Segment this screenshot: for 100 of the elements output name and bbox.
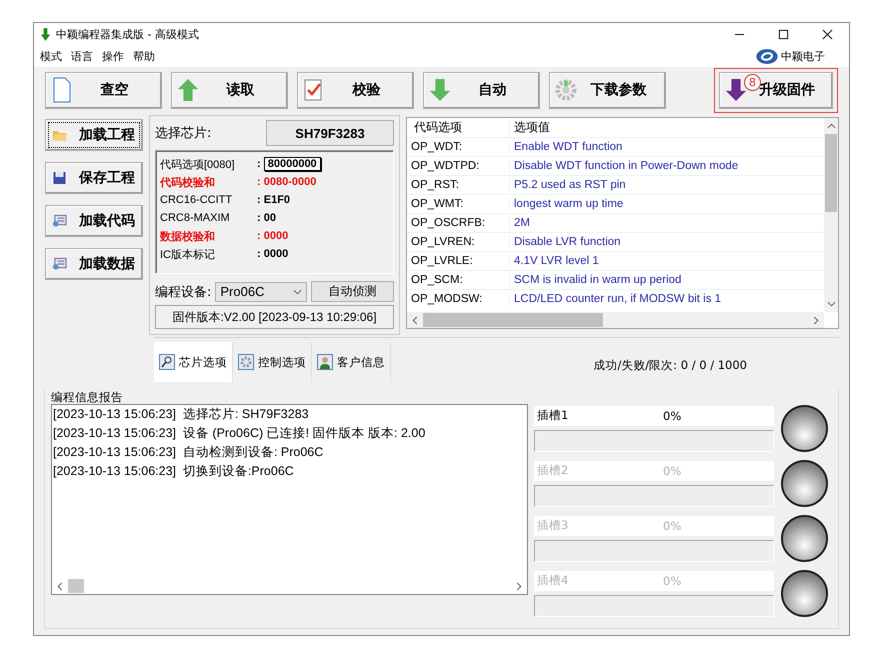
checksum-label: CRC8-MAXIM: [160, 212, 231, 224]
horizontal-scrollbar[interactable]: [407, 312, 824, 328]
up-arrow-icon: [177, 77, 199, 103]
option-name: OP_WDTPD:: [407, 160, 510, 172]
brand-name: 中颖电子: [781, 48, 825, 64]
scroll-left-icon[interactable]: [57, 582, 63, 590]
scroll-right-icon[interactable]: [813, 316, 819, 324]
checksum-value: : 0000: [257, 230, 288, 242]
device-dropdown[interactable]: Pro06C: [215, 282, 308, 302]
scroll-left-icon[interactable]: [412, 316, 418, 324]
option-name: OP_OSCRFB:: [407, 217, 510, 229]
option-value[interactable]: Enable WDT function: [510, 141, 622, 153]
scroll-thumb[interactable]: [423, 313, 603, 327]
device-label: 编程设备:: [155, 284, 212, 300]
option-name: OP_LVRLE:: [407, 255, 510, 267]
slot-percent: 0%: [663, 574, 682, 588]
gear-icon: [238, 354, 254, 370]
maximize-icon[interactable]: [778, 28, 789, 40]
person-icon: [317, 354, 333, 370]
scroll-right-icon[interactable]: [516, 582, 522, 590]
option-name: OP_LVREN:: [407, 236, 510, 248]
scroll-down-icon[interactable]: [826, 301, 836, 307]
chevron-down-icon: [293, 288, 302, 294]
option-value[interactable]: longest warm up time: [510, 198, 624, 210]
column-header[interactable]: 代码选项: [407, 119, 510, 136]
gear-icon: [555, 77, 577, 103]
checksum-value: : 0000: [257, 248, 288, 260]
log-line: [2023-10-13 15:06:23] 选择芯片: SH79F3283: [53, 406, 310, 423]
slot-percent: 0%: [663, 518, 682, 532]
document-icon: [52, 257, 67, 271]
status-light-icon: [780, 569, 829, 618]
firmware-version: 固件版本:V2.00 [2023-09-13 10:29:06]: [155, 305, 394, 329]
document-icon: [52, 214, 67, 228]
option-value[interactable]: P5.2 used as RST pin: [510, 179, 626, 191]
checksum-label: 代码选项[0080]: [160, 158, 236, 172]
checksum-label: IC版本标记: [160, 248, 216, 262]
option-name: OP_SCM:: [407, 274, 510, 286]
option-value[interactable]: Disable LVR function: [510, 236, 621, 248]
option-name: OP_RST:: [407, 179, 510, 191]
number-badge: 8: [744, 74, 761, 90]
vertical-scrollbar[interactable]: [824, 118, 838, 312]
checksum-label: 代码校验和: [160, 176, 216, 190]
option-name: OP_WDT:: [407, 141, 510, 153]
toolbar-button[interactable]: 读取: [171, 72, 288, 108]
menu-item[interactable]: 操作: [102, 48, 124, 64]
slot-name: 插槽1: [537, 408, 570, 423]
scroll-thumb[interactable]: [825, 134, 837, 212]
checksum-label: CRC16-CCITT: [160, 194, 234, 206]
option-name: OP_MODSW:: [407, 293, 510, 305]
success-counter: 成功/失败/限次: 0 / 0 / 1000: [593, 358, 747, 372]
menu-item[interactable]: 帮助: [133, 48, 155, 64]
status-light-icon: [780, 404, 829, 453]
column-header[interactable]: 选项值: [510, 119, 550, 136]
option-name: OP_WMT:: [407, 198, 510, 210]
side-button[interactable]: 保存工程: [45, 162, 143, 194]
side-button[interactable]: 加载代码: [45, 205, 143, 237]
chip-label: 选择芯片:: [155, 125, 212, 142]
option-value[interactable]: LCD/LED counter run, if MODSW bit is 1: [510, 293, 722, 305]
toolbar-button[interactable]: 8 升级固件: [719, 72, 833, 108]
auto-detect-button[interactable]: 自动侦测: [311, 281, 394, 302]
option-value[interactable]: 4.1V LVR level 1: [510, 255, 599, 267]
log-line: [2023-10-13 15:06:23] 切换到设备:Pro06C: [53, 463, 295, 480]
magnifier-icon: [159, 354, 175, 370]
log-line: [2023-10-13 15:06:23] 自动检测到设备: Pro06C: [53, 444, 324, 461]
option-value[interactable]: Disable WDT function in Power-Down mode: [510, 160, 738, 172]
scroll-thumb[interactable]: [68, 579, 84, 593]
slot-percent: 0%: [663, 408, 682, 422]
checksum-value: : 80000000: [257, 158, 321, 170]
blank-page-icon: [51, 77, 73, 103]
down-arrow-icon: [429, 77, 451, 103]
toolbar-button[interactable]: 下载参数: [549, 72, 666, 108]
toolbar-button[interactable]: 校验: [297, 72, 414, 108]
side-button[interactable]: 加载工程: [45, 119, 143, 151]
window-title: 中颖编程器集成版 - 高级模式: [56, 26, 199, 42]
down-arrow-icon: [725, 77, 747, 103]
slot-percent: 0%: [663, 464, 682, 478]
tab[interactable]: 芯片选项: [154, 342, 233, 382]
toolbar-button[interactable]: 查空: [45, 72, 162, 108]
checksum-value: : E1F0: [257, 194, 290, 206]
slot-name: 插槽2: [537, 463, 570, 478]
download-arrow-icon: [40, 28, 51, 40]
checksum-label: 数据校验和: [160, 230, 216, 244]
slot-name: 插槽3: [537, 518, 570, 533]
logo-icon: [755, 48, 779, 64]
scroll-up-icon[interactable]: [826, 123, 836, 129]
checksum-value: : 00: [257, 212, 276, 224]
log-line: [2023-10-13 15:06:23] 设备 (Pro06C) 已连接! 固件版本 版本: 2.00: [53, 425, 426, 442]
status-light-icon: [780, 514, 829, 563]
option-value[interactable]: 2M: [510, 217, 530, 229]
report-title: 编程信息报告: [51, 390, 124, 404]
option-value[interactable]: SCM is invalid in warm up period: [510, 274, 682, 286]
menu-item[interactable]: 语言: [71, 48, 93, 64]
checksum-value: : 0080-0000: [257, 176, 316, 188]
status-light-icon: [780, 459, 829, 508]
toolbar-button[interactable]: 自动: [423, 72, 540, 108]
chip-select-button[interactable]: SH79F3283: [266, 120, 394, 146]
side-button[interactable]: 加载数据: [45, 248, 143, 280]
close-icon[interactable]: [822, 28, 833, 40]
menu-item[interactable]: 模式: [40, 48, 62, 64]
slot-name: 插槽4: [537, 573, 570, 588]
